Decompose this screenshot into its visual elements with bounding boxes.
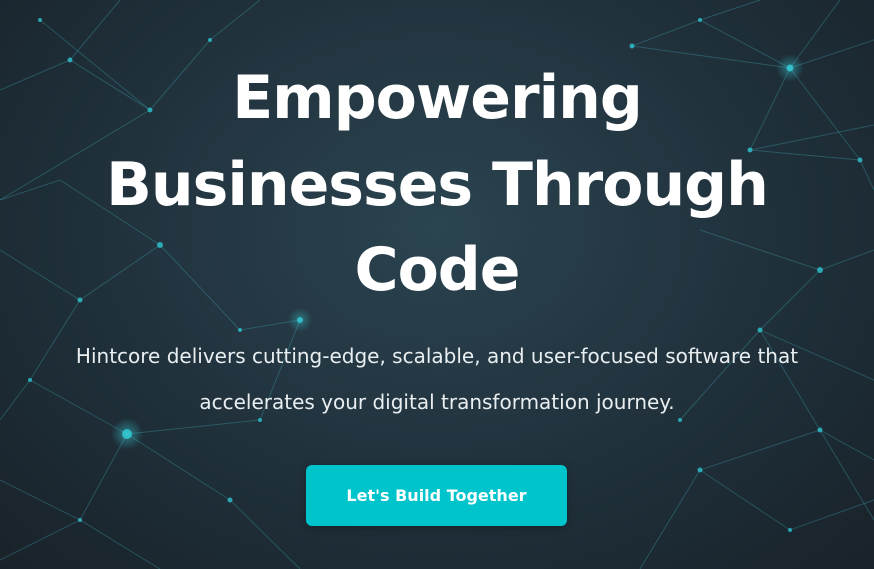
hero-headline-line-2: Businesses Through: [106, 150, 769, 220]
hero-headline-line-3: Code: [354, 235, 521, 305]
lets-build-together-button[interactable]: Let's Build Together: [306, 465, 567, 526]
hero-section: Empowering Businesses Through Code Hintc…: [0, 0, 874, 569]
hero-description-line-2: accelerates your digital transformation …: [199, 390, 675, 414]
hero-content: Empowering Businesses Through Code Hintc…: [0, 0, 874, 569]
hero-description-line-1: Hintcore delivers cutting-edge, scalable…: [75, 344, 799, 368]
hero-headline-line-1: Empowering: [232, 63, 643, 133]
